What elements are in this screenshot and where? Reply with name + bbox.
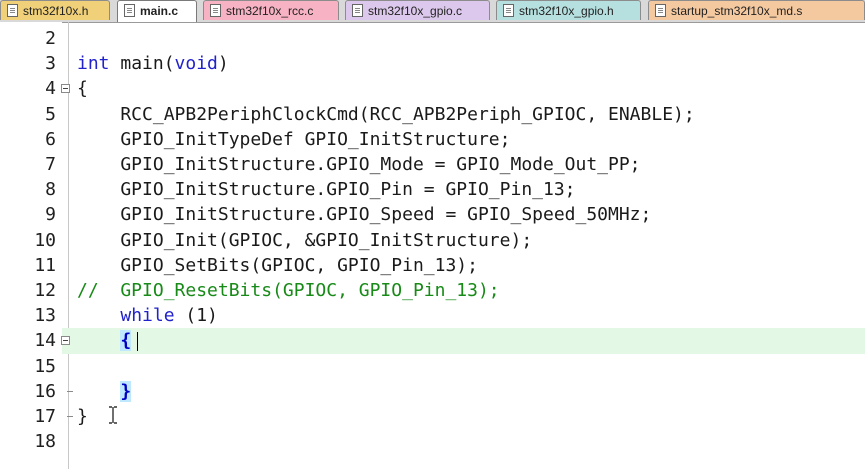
- code-line[interactable]: GPIO_InitStructure.GPIO_Mode = GPIO_Mode…: [77, 152, 640, 177]
- code-line[interactable]: // GPIO_ResetBits(GPIOC, GPIO_Pin_13);: [77, 278, 500, 303]
- file-icon: [210, 4, 221, 17]
- tab-stm32f10x-h[interactable]: stm32f10x.h: [0, 0, 110, 20]
- line-number: 11: [34, 254, 56, 276]
- line-number: 17: [34, 406, 56, 427]
- line-number: 14: [34, 330, 56, 352]
- line-number: 18: [34, 431, 56, 453]
- ibeam-cursor-icon: [109, 406, 117, 424]
- tab-label: stm32f10x.h: [23, 4, 89, 18]
- tab-label: stm32f10x_rcc.c: [226, 4, 314, 18]
- file-icon: [124, 4, 135, 17]
- text-caret: [137, 332, 138, 351]
- code-line[interactable]: GPIO_InitStructure.GPIO_Speed = GPIO_Spe…: [77, 202, 651, 227]
- code-line[interactable]: {: [77, 328, 132, 353]
- fold-end-marker: [67, 416, 73, 417]
- tab-stm32f10x-gpio-c[interactable]: stm32f10x_gpio.c: [345, 0, 490, 20]
- line-number: 2: [45, 28, 56, 49]
- tab-startup-stm32f10x-md-s[interactable]: startup_stm32f10x_md.s: [648, 0, 865, 20]
- line-number: 9: [45, 204, 56, 226]
- line-number: 13: [34, 305, 56, 327]
- code-line[interactable]: while (1): [77, 303, 218, 328]
- line-number: 6: [45, 128, 56, 150]
- line-number: 15: [34, 355, 56, 377]
- code-line[interactable]: GPIO_SetBits(GPIOC, GPIO_Pin_13);: [77, 253, 478, 278]
- file-tab-bar: stm32f10x.h main.c stm32f10x_rcc.c stm32f10…: [0, 0, 865, 23]
- tab-stm32f10x-rcc-c[interactable]: stm32f10x_rcc.c: [203, 0, 339, 20]
- tab-label: stm32f10x_gpio.h: [519, 4, 614, 18]
- line-number: 16: [34, 380, 56, 402]
- tab-label: startup_stm32f10x_md.s: [671, 4, 803, 18]
- code-line[interactable]: }: [77, 404, 88, 429]
- code-line[interactable]: {: [77, 76, 88, 101]
- file-icon: [655, 4, 666, 17]
- line-number: 4: [45, 78, 56, 100]
- file-icon: [7, 4, 18, 17]
- code-line[interactable]: GPIO_InitTypeDef GPIO_InitStructure;: [77, 127, 510, 152]
- file-icon: [503, 4, 514, 17]
- code-line[interactable]: }: [77, 379, 132, 404]
- tab-label: main.c: [140, 4, 179, 18]
- tab-stm32f10x-gpio-h[interactable]: stm32f10x_gpio.h: [496, 0, 641, 20]
- line-number: 5: [45, 103, 56, 125]
- current-line-highlight: [62, 328, 865, 354]
- line-number: 7: [45, 154, 56, 175]
- line-number: 10: [34, 229, 56, 251]
- line-number: 12: [34, 280, 56, 301]
- code-line[interactable]: int main(void): [77, 51, 229, 76]
- line-number: 8: [45, 179, 56, 201]
- tab-main-c[interactable]: main.c: [117, 0, 197, 22]
- file-icon: [352, 4, 363, 17]
- fold-collapse-icon[interactable]: [61, 84, 70, 94]
- code-line[interactable]: RCC_APB2PeriphClockCmd(RCC_APB2Periph_GP…: [77, 102, 694, 127]
- code-line[interactable]: GPIO_InitStructure.GPIO_Pin = GPIO_Pin_1…: [77, 177, 575, 202]
- line-number: 3: [45, 53, 56, 75]
- code-line[interactable]: GPIO_Init(GPIOC, &GPIO_InitStructure);: [77, 228, 532, 253]
- fold-end-marker: [67, 390, 73, 392]
- tab-label: stm32f10x_gpio.c: [368, 4, 463, 18]
- fold-collapse-icon[interactable]: [61, 336, 70, 346]
